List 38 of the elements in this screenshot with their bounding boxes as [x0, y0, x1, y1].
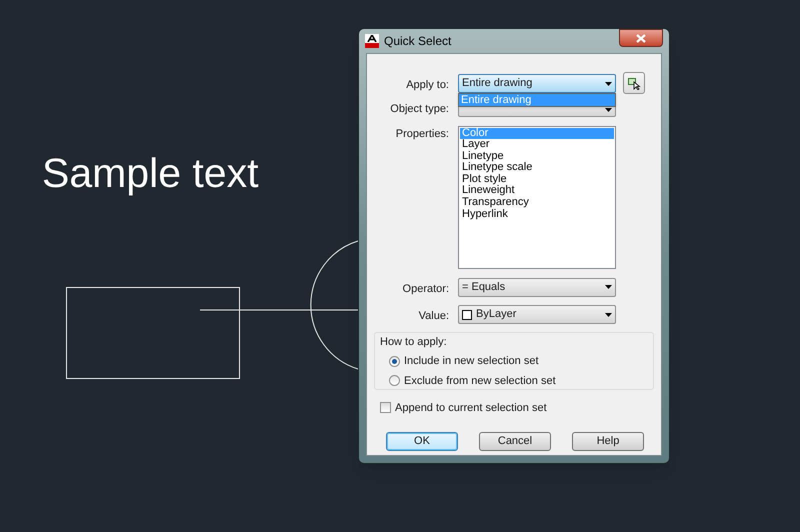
- operator-dropdown[interactable]: = Equals: [458, 278, 616, 296]
- dropdown-arrow-icon: [605, 312, 612, 316]
- select-objects-icon: [627, 76, 641, 90]
- select-objects-button[interactable]: [623, 72, 645, 94]
- list-item[interactable]: Linetype: [460, 150, 614, 162]
- list-item[interactable]: Transparency: [460, 197, 614, 209]
- list-item[interactable]: Hyperlink: [460, 208, 614, 220]
- close-icon: [636, 34, 646, 42]
- group-title: How to apply:: [380, 334, 447, 350]
- window-title: Quick Select: [384, 33, 452, 50]
- dropdown-arrow-icon: [605, 82, 612, 86]
- apply-to-dropdown[interactable]: Entire drawing: [458, 74, 616, 93]
- field-label: Properties:: [394, 126, 450, 142]
- dialog-button[interactable]: OK: [386, 432, 458, 451]
- radio-option[interactable]: Include in new selection set: [389, 353, 539, 370]
- canvas-text: Sample text: [42, 153, 258, 194]
- app-logo-icon: [365, 34, 379, 48]
- close-button[interactable]: [619, 29, 663, 47]
- color-swatch-icon: [462, 310, 472, 320]
- dropdown-arrow-icon: [605, 108, 612, 112]
- checkbox[interactable]: [380, 402, 391, 414]
- radio-button[interactable]: [389, 375, 400, 386]
- list-item[interactable]: Layer: [460, 139, 614, 151]
- field-label: Apply to:: [405, 78, 450, 93]
- field-label: Value:: [418, 309, 450, 324]
- properties-listbox[interactable]: Color Layer Linetype Linetype scale Plot style Lineweight Transparency Hyperlink: [458, 126, 616, 268]
- radio-option[interactable]: Exclude from new selection set: [389, 372, 556, 389]
- dialog-button[interactable]: Cancel: [479, 432, 551, 451]
- dialog-button[interactable]: Help: [572, 432, 644, 451]
- list-item[interactable]: Plot style: [460, 174, 614, 186]
- field-label: Object type:: [389, 102, 450, 117]
- value-dropdown[interactable]: ByLayer: [458, 305, 616, 324]
- list-item[interactable]: Linetype scale: [460, 162, 614, 174]
- radio-button[interactable]: [389, 356, 400, 367]
- append-checkbox-option[interactable]: Append to current selection set: [380, 400, 547, 416]
- dropdown-arrow-icon: [605, 285, 612, 289]
- list-item[interactable]: Lineweight: [460, 185, 614, 198]
- field-label: Operator:: [402, 282, 450, 296]
